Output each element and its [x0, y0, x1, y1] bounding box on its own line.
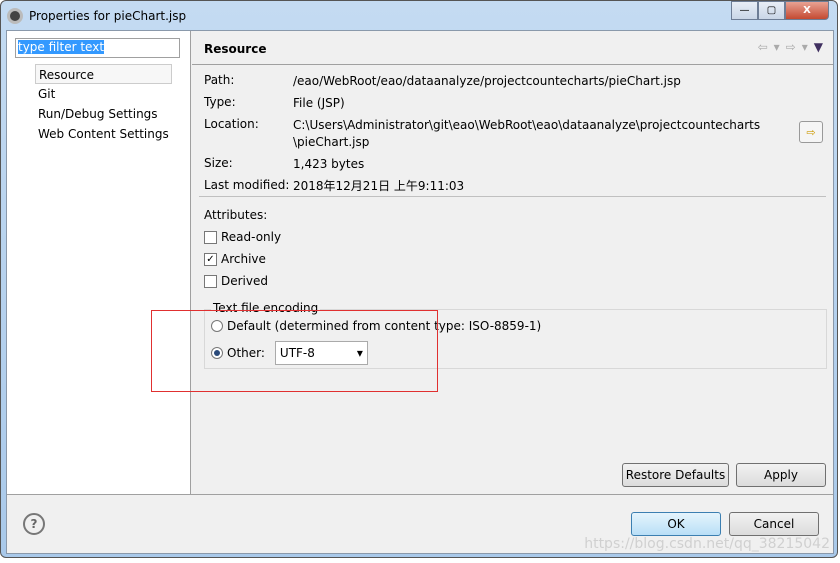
- type-label: Type:: [204, 95, 236, 109]
- path-label: Path:: [204, 73, 235, 87]
- sidebar-item-git[interactable]: Git: [35, 84, 172, 104]
- location-label: Location:: [204, 117, 259, 131]
- eclipse-icon: [7, 8, 23, 24]
- sidebar-item-run-debug[interactable]: Run/Debug Settings: [35, 104, 172, 124]
- view-menu-icon[interactable]: ▼: [814, 40, 823, 54]
- ok-button[interactable]: OK: [631, 512, 721, 536]
- location-value-cont: \pieChart.jsp: [293, 135, 370, 149]
- restore-defaults-button[interactable]: Restore Defaults: [622, 463, 729, 487]
- location-value: C:\Users\Administrator\git\eao\WebRoot\e…: [293, 118, 761, 132]
- resource-page: Resource ⇦ ▾ ⇨ ▾ ▼ Path: /eao/WebRoot/eao/d…: [192, 31, 833, 494]
- type-value: File (JSP): [293, 96, 345, 110]
- modified-label: Last modified:: [204, 178, 290, 192]
- forward-menu-icon[interactable]: ▾: [802, 40, 808, 54]
- size-label: Size:: [204, 156, 233, 170]
- sidebar-item-resource[interactable]: Resource: [35, 64, 172, 84]
- derived-checkbox[interactable]: Derived: [204, 274, 268, 288]
- page-title: Resource: [204, 42, 267, 56]
- minimize-button[interactable]: —: [731, 1, 758, 20]
- sidebar-item-web-content[interactable]: Web Content Settings: [35, 124, 172, 144]
- archive-checkbox[interactable]: ✓ Archive: [204, 252, 266, 266]
- help-icon[interactable]: ?: [23, 513, 45, 535]
- window-title: Properties for pieChart.jsp: [29, 9, 187, 23]
- maximize-button[interactable]: ▢: [758, 1, 785, 20]
- back-icon[interactable]: ⇦: [758, 40, 768, 54]
- show-in-explorer-button[interactable]: ⇨: [799, 121, 823, 143]
- divider: [199, 196, 826, 197]
- highlight-annotation: [151, 310, 438, 392]
- sidebar: type filter text Resource Git Run/Debug …: [7, 31, 191, 494]
- path-value: /eao/WebRoot/eao/dataanalyze/projectcoun…: [293, 74, 681, 88]
- size-value: 1,423 bytes: [293, 157, 365, 171]
- modified-value: 2018年12月21日 上午9:11:03: [293, 179, 465, 193]
- apply-button[interactable]: Apply: [736, 463, 826, 487]
- forward-icon[interactable]: ⇨: [786, 40, 796, 54]
- watermark: https://blog.csdn.net/qq_38215042: [584, 536, 830, 552]
- title-bar: Properties for pieChart.jsp: [7, 5, 186, 27]
- attributes-label: Attributes:: [204, 208, 268, 222]
- cancel-button[interactable]: Cancel: [729, 512, 819, 536]
- read-only-checkbox[interactable]: Read-only: [204, 230, 281, 244]
- back-menu-icon[interactable]: ▾: [774, 40, 780, 54]
- properties-dialog: Properties for pieChart.jsp — ▢ X type f…: [0, 0, 838, 558]
- close-button[interactable]: X: [785, 1, 829, 20]
- filter-input[interactable]: type filter text: [15, 38, 180, 58]
